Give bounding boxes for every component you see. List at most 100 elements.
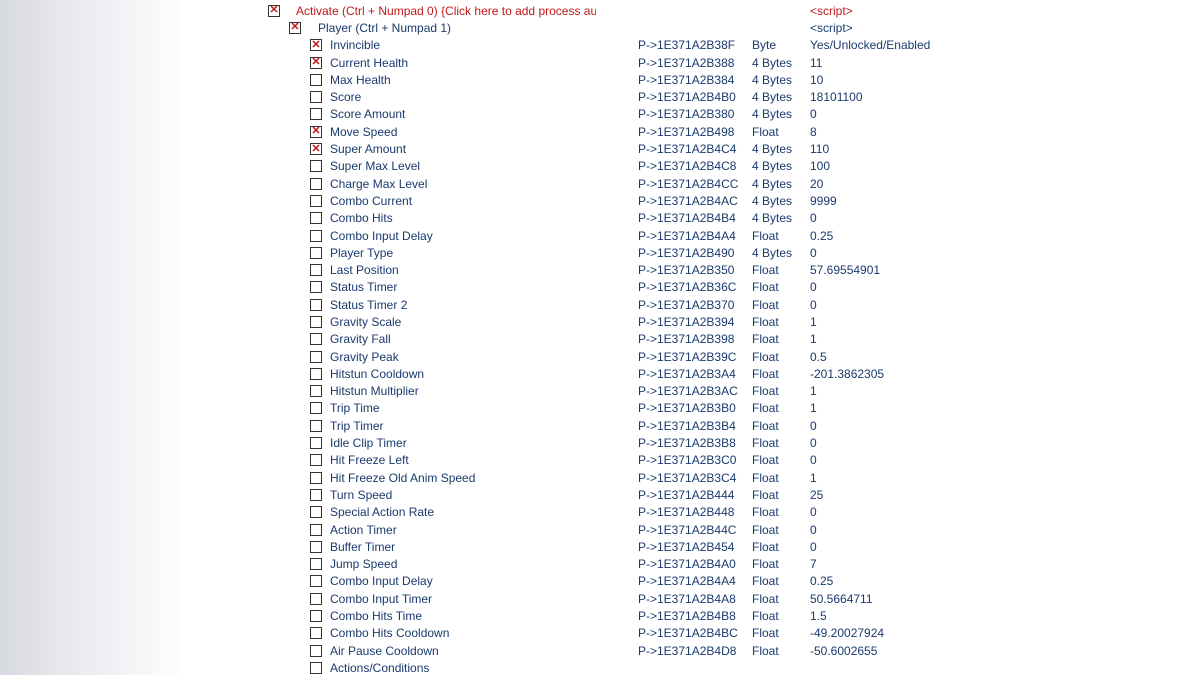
cell-description[interactable]: Combo Input Timer xyxy=(330,592,630,606)
cell-type[interactable]: 4 Bytes xyxy=(752,56,810,70)
checkbox[interactable] xyxy=(310,368,322,380)
cell-type[interactable]: Float xyxy=(752,298,810,312)
cell-address[interactable]: P->1E371A2B3B8 xyxy=(638,436,753,450)
table-row[interactable]: Player TypeP->1E371A2B4904 Bytes0 xyxy=(0,244,1200,261)
cell-description[interactable]: Combo Hits Time xyxy=(330,609,630,623)
cell-address[interactable]: P->1E371A2B498 xyxy=(638,125,753,139)
cell-type[interactable]: 4 Bytes xyxy=(752,211,810,225)
checkbox[interactable] xyxy=(310,333,322,345)
checkbox[interactable] xyxy=(310,74,322,86)
table-row[interactable]: Combo HitsP->1E371A2B4B44 Bytes0 xyxy=(0,210,1200,227)
cell-address[interactable]: P->1E371A2B4A4 xyxy=(638,574,753,588)
cell-description[interactable]: Special Action Rate xyxy=(330,505,630,519)
cell-description[interactable]: Trip Timer xyxy=(330,419,630,433)
checkbox[interactable] xyxy=(310,627,322,639)
checkbox[interactable] xyxy=(310,299,322,311)
checkbox[interactable] xyxy=(310,212,322,224)
table-row[interactable]: Charge Max LevelP->1E371A2B4CC4 Bytes20 xyxy=(0,175,1200,192)
cell-address[interactable]: P->1E371A2B4A4 xyxy=(638,229,753,243)
checkbox[interactable] xyxy=(310,316,322,328)
checkbox[interactable] xyxy=(310,420,322,432)
cell-description[interactable]: Hit Freeze Old Anim Speed xyxy=(330,471,630,485)
cell-value[interactable]: 0.25 xyxy=(810,574,1010,588)
cell-address[interactable]: P->1E371A2B3C0 xyxy=(638,453,753,467)
cell-address[interactable]: P->1E371A2B3B4 xyxy=(638,419,753,433)
cell-type[interactable]: Float xyxy=(752,557,810,571)
cell-value[interactable]: 0.25 xyxy=(810,229,1010,243)
cell-value[interactable]: 0 xyxy=(810,540,1010,554)
cell-value[interactable]: -50.6002655 xyxy=(810,644,1010,658)
table-row[interactable]: Air Pause CooldownP->1E371A2B4D8Float-50… xyxy=(0,642,1200,659)
checkbox[interactable] xyxy=(310,247,322,259)
table-row[interactable]: Trip TimeP->1E371A2B3B0Float1 xyxy=(0,400,1200,417)
cell-address[interactable]: P->1E371A2B350 xyxy=(638,263,753,277)
table-row[interactable]: Trip TimerP->1E371A2B3B4Float0 xyxy=(0,417,1200,434)
table-row[interactable]: Current HealthP->1E371A2B3884 Bytes11 xyxy=(0,54,1200,71)
cell-description[interactable]: Buffer Timer xyxy=(330,540,630,554)
table-row[interactable]: Combo Input DelayP->1E371A2B4A4Float0.25 xyxy=(0,573,1200,590)
cell-type[interactable]: Float xyxy=(752,453,810,467)
cell-description[interactable]: Turn Speed xyxy=(330,488,630,502)
cell-value[interactable]: 100 xyxy=(810,159,1010,173)
cell-type[interactable]: 4 Bytes xyxy=(752,107,810,121)
cell-description[interactable]: Air Pause Cooldown xyxy=(330,644,630,658)
cell-type[interactable]: Float xyxy=(752,315,810,329)
cell-value[interactable]: 7 xyxy=(810,557,1010,571)
table-row[interactable]: Special Action RateP->1E371A2B448Float0 xyxy=(0,504,1200,521)
checkbox[interactable] xyxy=(310,489,322,501)
cell-description[interactable]: Trip Time xyxy=(330,401,630,415)
checkbox[interactable] xyxy=(310,454,322,466)
cell-type[interactable]: Float xyxy=(752,471,810,485)
cell-address[interactable]: P->1E371A2B4C4 xyxy=(638,142,753,156)
cell-address[interactable]: P->1E371A2B4B8 xyxy=(638,609,753,623)
cell-type[interactable]: Float xyxy=(752,505,810,519)
cell-type[interactable]: Float xyxy=(752,523,810,537)
checkbox[interactable] xyxy=(310,662,322,674)
cell-value[interactable]: Yes/Unlocked/Enabled xyxy=(810,38,1010,52)
cell-value[interactable]: 11 xyxy=(810,56,1010,70)
checkbox[interactable] xyxy=(310,57,322,69)
cell-address[interactable]: P->1E371A2B39C xyxy=(638,350,753,364)
checkbox[interactable] xyxy=(310,541,322,553)
table-row[interactable]: Combo Hits CooldownP->1E371A2B4BCFloat-4… xyxy=(0,625,1200,642)
row-player[interactable]: Player (Ctrl + Numpad 1) <script> xyxy=(0,19,1200,36)
cell-description[interactable]: Gravity Fall xyxy=(330,332,630,346)
cell-type[interactable]: Float xyxy=(752,609,810,623)
cell-address[interactable]: P->1E371A2B388 xyxy=(638,56,753,70)
cell-value[interactable]: 0 xyxy=(810,419,1010,433)
cell-address[interactable]: P->1E371A2B448 xyxy=(638,505,753,519)
cell-type[interactable]: Float xyxy=(752,488,810,502)
cell-address[interactable]: P->1E371A2B4A8 xyxy=(638,592,753,606)
checkbox[interactable] xyxy=(310,575,322,587)
table-row[interactable]: Combo Hits Time P->1E371A2B4B8Float1.5 xyxy=(0,607,1200,624)
desc-activate[interactable]: Activate (Ctrl + Numpad 0) {Click here t… xyxy=(296,4,596,18)
checkbox[interactable] xyxy=(310,178,322,190)
table-row[interactable]: Combo Input TimerP->1E371A2B4A8Float50.5… xyxy=(0,590,1200,607)
cell-address[interactable]: P->1E371A2B3B0 xyxy=(638,401,753,415)
cell-type[interactable]: 4 Bytes xyxy=(752,142,810,156)
cell-address[interactable]: P->1E371A2B384 xyxy=(638,73,753,87)
table-row[interactable]: Actions/Conditions xyxy=(0,659,1200,676)
cell-description[interactable]: Combo Input Delay xyxy=(330,574,630,588)
table-row[interactable]: Combo Input DelayP->1E371A2B4A4Float0.25 xyxy=(0,227,1200,244)
cell-value[interactable]: 0 xyxy=(810,211,1010,225)
cell-description[interactable]: Status Timer xyxy=(330,280,630,294)
cell-value[interactable]: 1.5 xyxy=(810,609,1010,623)
cell-value[interactable]: 0 xyxy=(810,298,1010,312)
cell-type[interactable]: Float xyxy=(752,229,810,243)
cell-description[interactable]: Invincible xyxy=(330,38,630,52)
cell-type[interactable]: Float xyxy=(752,367,810,381)
cell-address[interactable]: P->1E371A2B398 xyxy=(638,332,753,346)
cell-value[interactable]: 57.69554901 xyxy=(810,263,1010,277)
cell-type[interactable]: Byte xyxy=(752,38,810,52)
cell-address[interactable]: P->1E371A2B4A0 xyxy=(638,557,753,571)
cell-value[interactable]: 9999 xyxy=(810,194,1010,208)
cell-address[interactable]: P->1E371A2B394 xyxy=(638,315,753,329)
table-row[interactable]: Hit Freeze Old Anim SpeedP->1E371A2B3C4F… xyxy=(0,469,1200,486)
cell-description[interactable]: Gravity Peak xyxy=(330,350,630,364)
cell-description[interactable]: Hitstun Cooldown xyxy=(330,367,630,381)
cell-description[interactable]: Move Speed xyxy=(330,125,630,139)
table-row[interactable]: Gravity FallP->1E371A2B398Float1 xyxy=(0,331,1200,348)
table-row[interactable]: Gravity ScaleP->1E371A2B394Float1 xyxy=(0,313,1200,330)
table-row[interactable]: Hitstun MultiplierP->1E371A2B3ACFloat1 xyxy=(0,383,1200,400)
